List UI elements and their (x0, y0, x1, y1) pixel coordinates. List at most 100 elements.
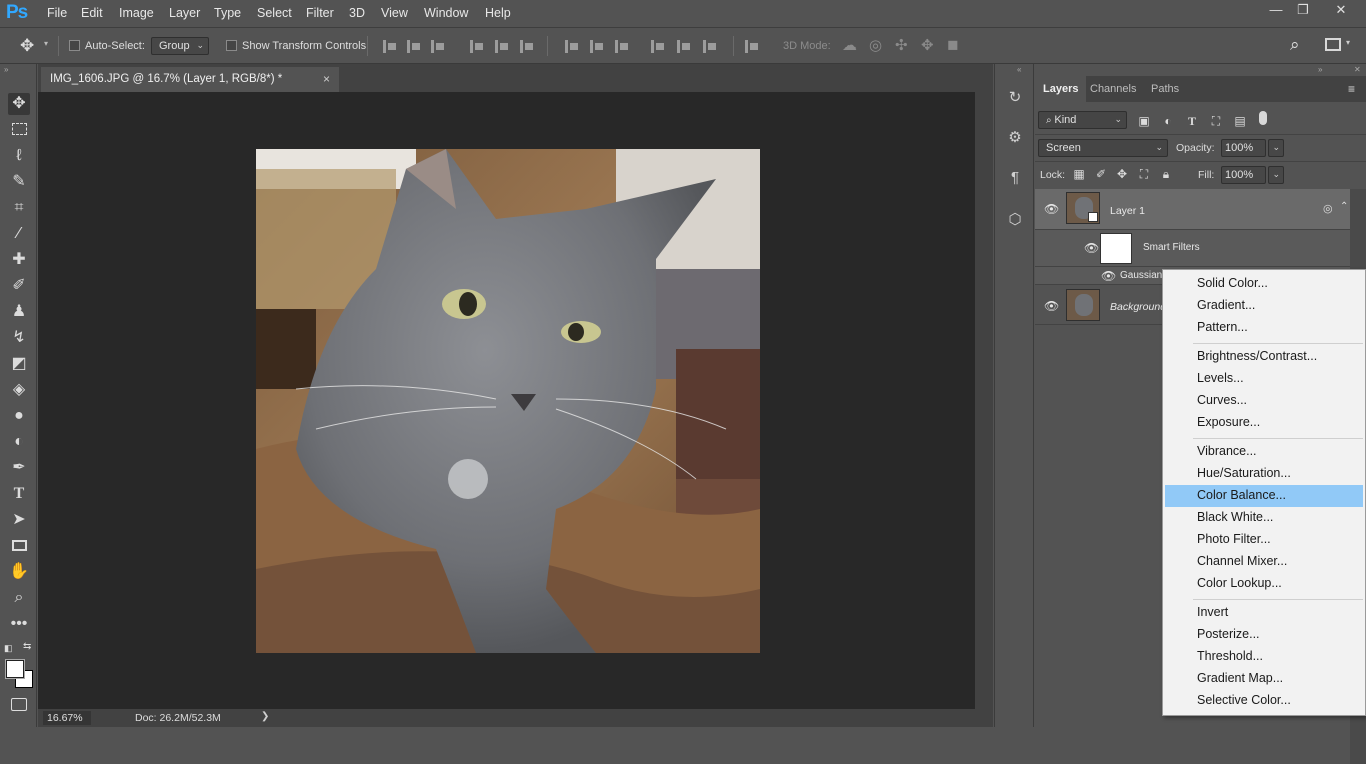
align-right-icon[interactable] (520, 40, 534, 53)
menu-edit[interactable]: Edit (81, 6, 103, 20)
lock-transparency-icon[interactable]: ▦ (1072, 167, 1086, 181)
search-icon[interactable]: ⌕ (1290, 35, 1300, 55)
filter-mask-thumbnail[interactable] (1100, 233, 1132, 264)
healing-brush-tool-icon[interactable]: ✚ (8, 249, 30, 271)
quick-selection-tool-icon[interactable]: ✎ (8, 171, 30, 193)
3d-orbit-icon[interactable]: ☁ (842, 36, 857, 54)
restore-button[interactable]: ❐ (1288, 0, 1318, 20)
menu-select[interactable]: Select (257, 6, 292, 20)
layer-name[interactable]: Layer 1 (1110, 205, 1145, 217)
panel-menu-icon[interactable]: ≡ (1348, 82, 1355, 96)
align-horizontal-center-icon[interactable] (495, 40, 509, 53)
hand-tool-icon[interactable]: ✋ (8, 561, 30, 583)
fill-field[interactable]: 100% (1221, 166, 1266, 184)
dodge-tool-icon[interactable]: ◐ (8, 431, 30, 453)
menu-item-invert[interactable]: Invert (1165, 602, 1363, 624)
lock-position-icon[interactable]: ✥ (1115, 167, 1129, 181)
3d-panel-icon[interactable]: ⬡ (1004, 209, 1026, 231)
menu-item-hue-saturation[interactable]: Hue/Saturation... (1165, 463, 1363, 485)
collapse-arrows-icon[interactable]: » (4, 65, 8, 74)
filter-shape-icon[interactable]: ⛶ (1209, 114, 1223, 128)
fill-slider-toggle[interactable]: ⌄ (1268, 166, 1284, 184)
path-selection-tool-icon[interactable]: ➤ (8, 509, 30, 531)
foreground-color-swatch[interactable] (6, 660, 24, 678)
auto-select-target-dropdown[interactable]: Group ⌄ (151, 37, 209, 55)
opacity-field[interactable]: 100% (1221, 139, 1266, 157)
menu-item-photo-filter[interactable]: Photo Filter... (1165, 529, 1363, 551)
rectangle-tool-icon[interactable] (8, 535, 30, 557)
auto-select-checkbox[interactable] (69, 40, 80, 51)
close-button[interactable]: ✕ (1326, 0, 1356, 20)
visibility-eye-icon[interactable]: 👁︎ (1101, 270, 1116, 282)
quick-mask-icon[interactable] (11, 698, 27, 711)
minimize-button[interactable]: — (1261, 0, 1291, 20)
opacity-slider-toggle[interactable]: ⌄ (1268, 139, 1284, 157)
menu-item-color-lookup[interactable]: Color Lookup... (1165, 573, 1363, 595)
menu-item-channel-mixer[interactable]: Channel Mixer... (1165, 551, 1363, 573)
menu-item-levels[interactable]: Levels... (1165, 368, 1363, 390)
menu-item-gradient-map[interactable]: Gradient Map... (1165, 668, 1363, 690)
filter-pixel-icon[interactable]: ▣ (1137, 114, 1151, 128)
distribute-top-icon[interactable] (565, 40, 579, 53)
align-left-icon[interactable] (470, 40, 484, 53)
swap-colors-icon[interactable]: ⇆ (23, 641, 31, 652)
3d-scale-icon[interactable]: ◼ (947, 36, 959, 53)
crop-tool-icon[interactable]: ⌗ (8, 197, 30, 219)
tab-paths[interactable]: Paths (1143, 76, 1187, 102)
menu-item-brightness-contrast[interactable]: Brightness/Contrast... (1165, 346, 1363, 368)
menu-view[interactable]: View (381, 6, 408, 20)
distribute-left-icon[interactable] (651, 40, 665, 53)
blur-tool-icon[interactable]: ● (8, 405, 30, 427)
menu-item-color-balance[interactable]: Color Balance... (1165, 485, 1363, 507)
distribute-vertical-center-icon[interactable] (590, 40, 604, 53)
lock-artboard-icon[interactable]: ⛶ (1137, 167, 1151, 181)
properties-panel-icon[interactable]: ⚙ (1004, 127, 1026, 149)
canvas-area[interactable] (38, 92, 975, 709)
collapse-arrows-icon[interactable]: « (1017, 65, 1021, 74)
tab-layers[interactable]: Layers (1035, 76, 1087, 102)
filter-smart-object-icon[interactable]: ▤ (1233, 114, 1247, 128)
menu-window[interactable]: Window (424, 6, 468, 20)
paragraph-panel-icon[interactable]: ¶ (1004, 167, 1026, 189)
distribute-bottom-icon[interactable] (615, 40, 629, 53)
history-brush-tool-icon[interactable]: ↯ (8, 327, 30, 349)
menu-item-posterize[interactable]: Posterize... (1165, 624, 1363, 646)
doc-size-info[interactable]: Doc: 26.2M/52.3M (135, 712, 221, 724)
close-tab-icon[interactable]: × (323, 72, 330, 86)
brush-tool-icon[interactable]: ✐ (8, 275, 30, 297)
filter-adjustment-icon[interactable]: ◐ (1161, 114, 1175, 128)
visibility-eye-icon[interactable]: 👁︎ (1044, 203, 1059, 215)
distribute-horizontal-center-icon[interactable] (677, 40, 691, 53)
menu-item-curves[interactable]: Curves... (1165, 390, 1363, 412)
show-transform-checkbox[interactable] (226, 40, 237, 51)
align-bottom-icon[interactable] (431, 40, 445, 53)
lock-pixels-icon[interactable]: ✐ (1094, 167, 1108, 181)
blend-mode-dropdown[interactable]: Screen ⌄ (1038, 139, 1168, 157)
menu-image[interactable]: Image (119, 6, 154, 20)
menu-item-selective-color[interactable]: Selective Color... (1165, 690, 1363, 712)
layer-name[interactable]: Background (1110, 301, 1166, 313)
layer-row-layer-1[interactable]: 👁︎ Layer 1 ◎ ⌃ (1035, 189, 1350, 230)
history-panel-icon[interactable]: ↻ (1004, 87, 1026, 109)
type-tool-icon[interactable]: T (8, 483, 30, 505)
auto-align-layers-icon[interactable] (745, 40, 759, 53)
vertical-scrollbar[interactable] (975, 92, 993, 709)
menu-type[interactable]: Type (214, 6, 241, 20)
lock-all-icon[interactable]: 🔒︎ (1159, 167, 1173, 181)
cat-photo[interactable] (256, 149, 760, 653)
paint-bucket-tool-icon[interactable]: ◈ (8, 379, 30, 401)
collapse-arrows-icon[interactable]: » (1318, 65, 1322, 74)
align-top-icon[interactable] (383, 40, 397, 53)
visibility-eye-icon[interactable]: 👁︎ (1044, 300, 1059, 312)
menu-layer[interactable]: Layer (169, 6, 200, 20)
menu-item-solid-color[interactable]: Solid Color... (1165, 273, 1363, 295)
zoom-level-field[interactable]: 16.67% (43, 711, 91, 725)
distribute-right-icon[interactable] (703, 40, 717, 53)
menu-help[interactable]: Help (485, 6, 511, 20)
menu-file[interactable]: File (47, 6, 67, 20)
lasso-tool-icon[interactable]: ℓ (8, 145, 30, 167)
3d-slide-icon[interactable]: ✥ (921, 36, 934, 54)
align-vertical-center-icon[interactable] (407, 40, 421, 53)
menu-3d[interactable]: 3D (349, 6, 365, 20)
close-panel-icon[interactable]: ✕ (1354, 65, 1361, 74)
